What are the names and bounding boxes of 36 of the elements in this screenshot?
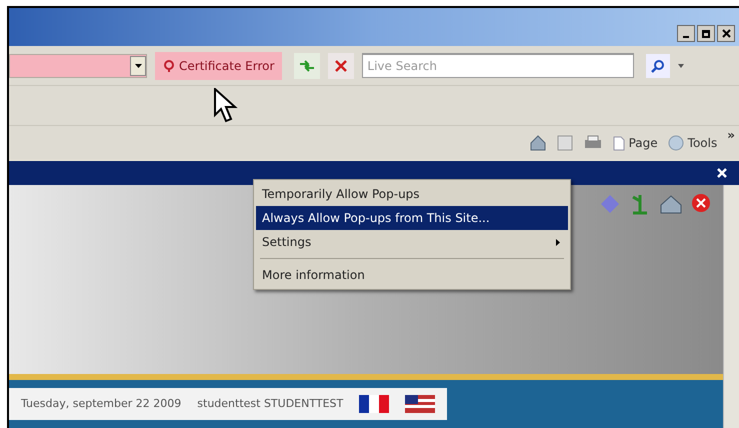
caret-icon	[134, 64, 142, 68]
page-icon	[612, 136, 625, 150]
page-menu-button[interactable]: Page	[612, 134, 658, 152]
printer-icon[interactable]	[582, 135, 603, 151]
certificate-error-button[interactable]: Certificate Error	[155, 52, 282, 80]
scrollbar[interactable]	[723, 185, 739, 428]
close-icon	[722, 29, 730, 38]
menu-item[interactable]: Always Allow Pop-ups from This Site...	[256, 206, 568, 230]
user-text: studenttest STUDENTTEST	[197, 396, 344, 412]
tools-menu-button[interactable]: Tools	[668, 134, 718, 152]
minimize-icon	[683, 36, 689, 38]
close-button[interactable]	[717, 25, 735, 42]
address-field[interactable]	[9, 54, 147, 78]
mouse-cursor-icon	[214, 88, 238, 124]
flag-icon[interactable]	[359, 395, 390, 413]
home-icon[interactable]	[528, 134, 547, 152]
restore-button[interactable]	[697, 25, 715, 42]
close-icon	[335, 60, 348, 72]
house-icon[interactable]	[659, 193, 683, 215]
go-button[interactable]	[294, 52, 320, 78]
overflow-chevron[interactable]: »	[727, 126, 735, 144]
arrows-icon	[299, 60, 316, 72]
search-button[interactable]	[646, 54, 670, 78]
menu-item[interactable]: More information	[256, 263, 568, 287]
date-text: Tuesday, september 22 2009	[21, 396, 182, 412]
search-icon	[651, 58, 666, 72]
restore-icon	[702, 30, 710, 38]
close-icon[interactable]	[717, 168, 727, 178]
caret-icon[interactable]	[678, 64, 684, 68]
search-field[interactable]: Live Search	[362, 53, 634, 78]
menu-item[interactable]: Temporarily Allow Pop-ups	[256, 182, 568, 206]
flag-icon[interactable]	[405, 395, 436, 413]
menu-item[interactable]: Settings	[256, 230, 568, 254]
stop-button[interactable]	[328, 52, 354, 78]
dropdown-button[interactable]	[130, 56, 146, 76]
minimize-button[interactable]	[677, 25, 695, 42]
